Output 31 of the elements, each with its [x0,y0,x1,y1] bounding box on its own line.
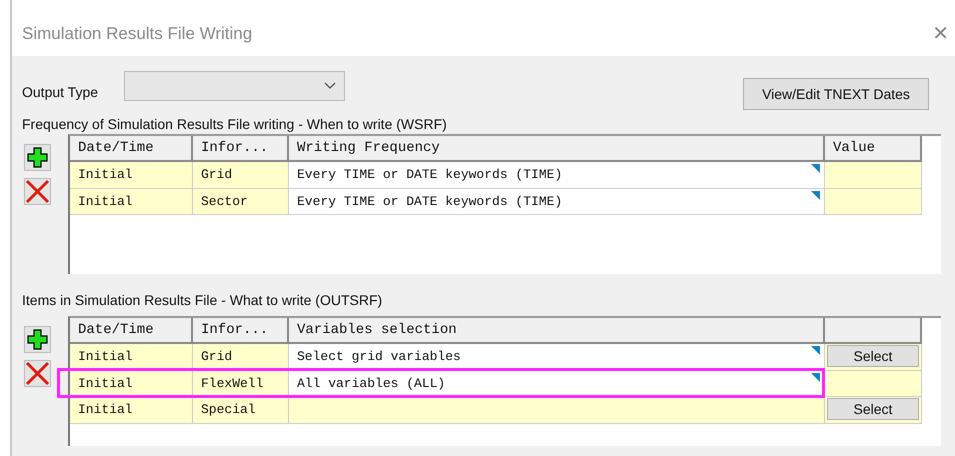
column-header: Infor... [193,136,289,162]
chevron-down-icon [324,82,336,90]
select-button[interactable]: Select [827,398,919,420]
column-header: Date/Time [70,318,193,344]
section-label: Items in Simulation Results File - What to write (OUTSRF) [22,291,384,310]
table-cell: Initial [70,162,193,188]
column-header: Writing Frequency [289,136,825,162]
add-icon[interactable] [24,144,51,171]
view-edit-tnext-dates-button[interactable]: View/Edit TNEXT Dates [743,78,929,110]
section-label: Frequency of Simulation Results File writing - When to write (WSRF) [22,115,448,134]
output-type-label: Output Type [22,84,100,100]
column-header: Date/Time [70,136,193,162]
table-cell: Special [193,397,289,424]
dropdown-cell[interactable]: Every TIME or DATE keywords (TIME) [289,162,825,188]
column-header: Variables selection [289,318,825,344]
column-header: Infor... [193,318,289,344]
table-cell: Initial [70,397,193,424]
table-cell[interactable] [289,397,825,424]
window-title: Simulation Results File Writing [22,24,252,44]
table-cell: Grid [193,162,289,188]
select-button[interactable]: Select [827,345,919,367]
value-cell[interactable] [825,162,922,188]
table-cell: Sector [193,188,289,215]
delete-icon[interactable] [24,360,51,387]
value-cell[interactable] [825,188,922,215]
dropdown-cell[interactable]: Every TIME or DATE keywords (TIME) [289,188,825,215]
delete-icon[interactable] [24,178,51,205]
column-header: Value [825,136,922,162]
add-icon[interactable] [24,326,51,353]
close-button[interactable]: ✕ [928,21,953,45]
table-cell: Initial [70,188,193,215]
